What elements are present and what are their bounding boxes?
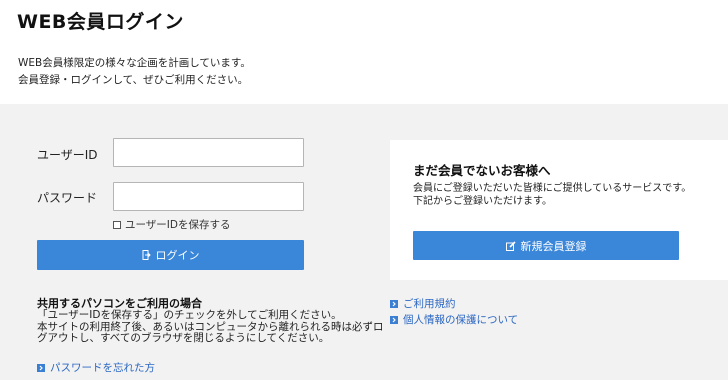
register-title: まだ会員でないお客様へ xyxy=(413,163,551,178)
register-button[interactable]: 新規会員登録 xyxy=(413,231,679,260)
privacy-label: 個人情報の保護について xyxy=(403,314,519,326)
password-label: パスワード xyxy=(37,191,98,205)
intro-line: 会員登録・ログインして、ぜひご利用ください。 xyxy=(18,74,249,86)
chevron-right-icon xyxy=(390,315,398,324)
login-button-label: ログイン xyxy=(155,249,200,262)
register-description: 会員にご登録いただいた皆様にご提供しているサービスです。 下記からご登録いただけ… xyxy=(413,182,691,208)
chevron-right-icon xyxy=(390,299,398,308)
user-id-label: ユーザーID xyxy=(37,148,98,162)
shared-pc-line: グアウトし、すべてのブラウザを閉じるようにしてください。 xyxy=(37,332,330,344)
register-button-label: 新規会員登録 xyxy=(520,239,587,253)
terms-label: ご利用規約 xyxy=(403,298,456,310)
shared-pc-line: 「ユーザーIDを保存する」のチェックを外してご利用ください。 xyxy=(37,309,342,321)
forgot-password-label: パスワードを忘れた方 xyxy=(50,362,155,374)
register-desc-line: 会員にご登録いただいた皆様にご提供しているサービスです。 xyxy=(413,183,692,194)
pencil-edit-icon xyxy=(505,240,516,251)
login-door-icon xyxy=(142,250,151,260)
privacy-link[interactable]: 個人情報の保護について xyxy=(390,312,518,327)
register-desc-line: 下記からご登録いただけます。 xyxy=(413,196,552,207)
header-area: WEB会員ログイン WEB会員様限定の様々な企画を計画しています。 会員登録・ロ… xyxy=(0,0,728,104)
chevron-right-icon xyxy=(37,363,45,372)
forgot-password-link[interactable]: パスワードを忘れた方 xyxy=(37,360,155,375)
remember-checkbox[interactable] xyxy=(113,220,121,229)
login-button[interactable]: ログイン xyxy=(37,240,304,270)
user-id-input[interactable] xyxy=(113,138,304,167)
shared-pc-text: 「ユーザーIDを保存する」のチェックを外してご利用ください。 本サイトの利用終了… xyxy=(37,309,384,345)
intro-text: WEB会員様限定の様々な企画を計画しています。 会員登録・ログインして、ぜひご利… xyxy=(18,55,251,89)
remember-label: ユーザーIDを保存する xyxy=(125,219,231,231)
terms-link[interactable]: ご利用規約 xyxy=(390,296,456,311)
intro-line: WEB会員様限定の様々な企画を計画しています。 xyxy=(18,57,251,69)
password-input[interactable] xyxy=(113,182,304,211)
page-title: WEB会員ログイン xyxy=(17,11,184,33)
remember-user-id[interactable]: ユーザーIDを保存する xyxy=(113,217,230,232)
